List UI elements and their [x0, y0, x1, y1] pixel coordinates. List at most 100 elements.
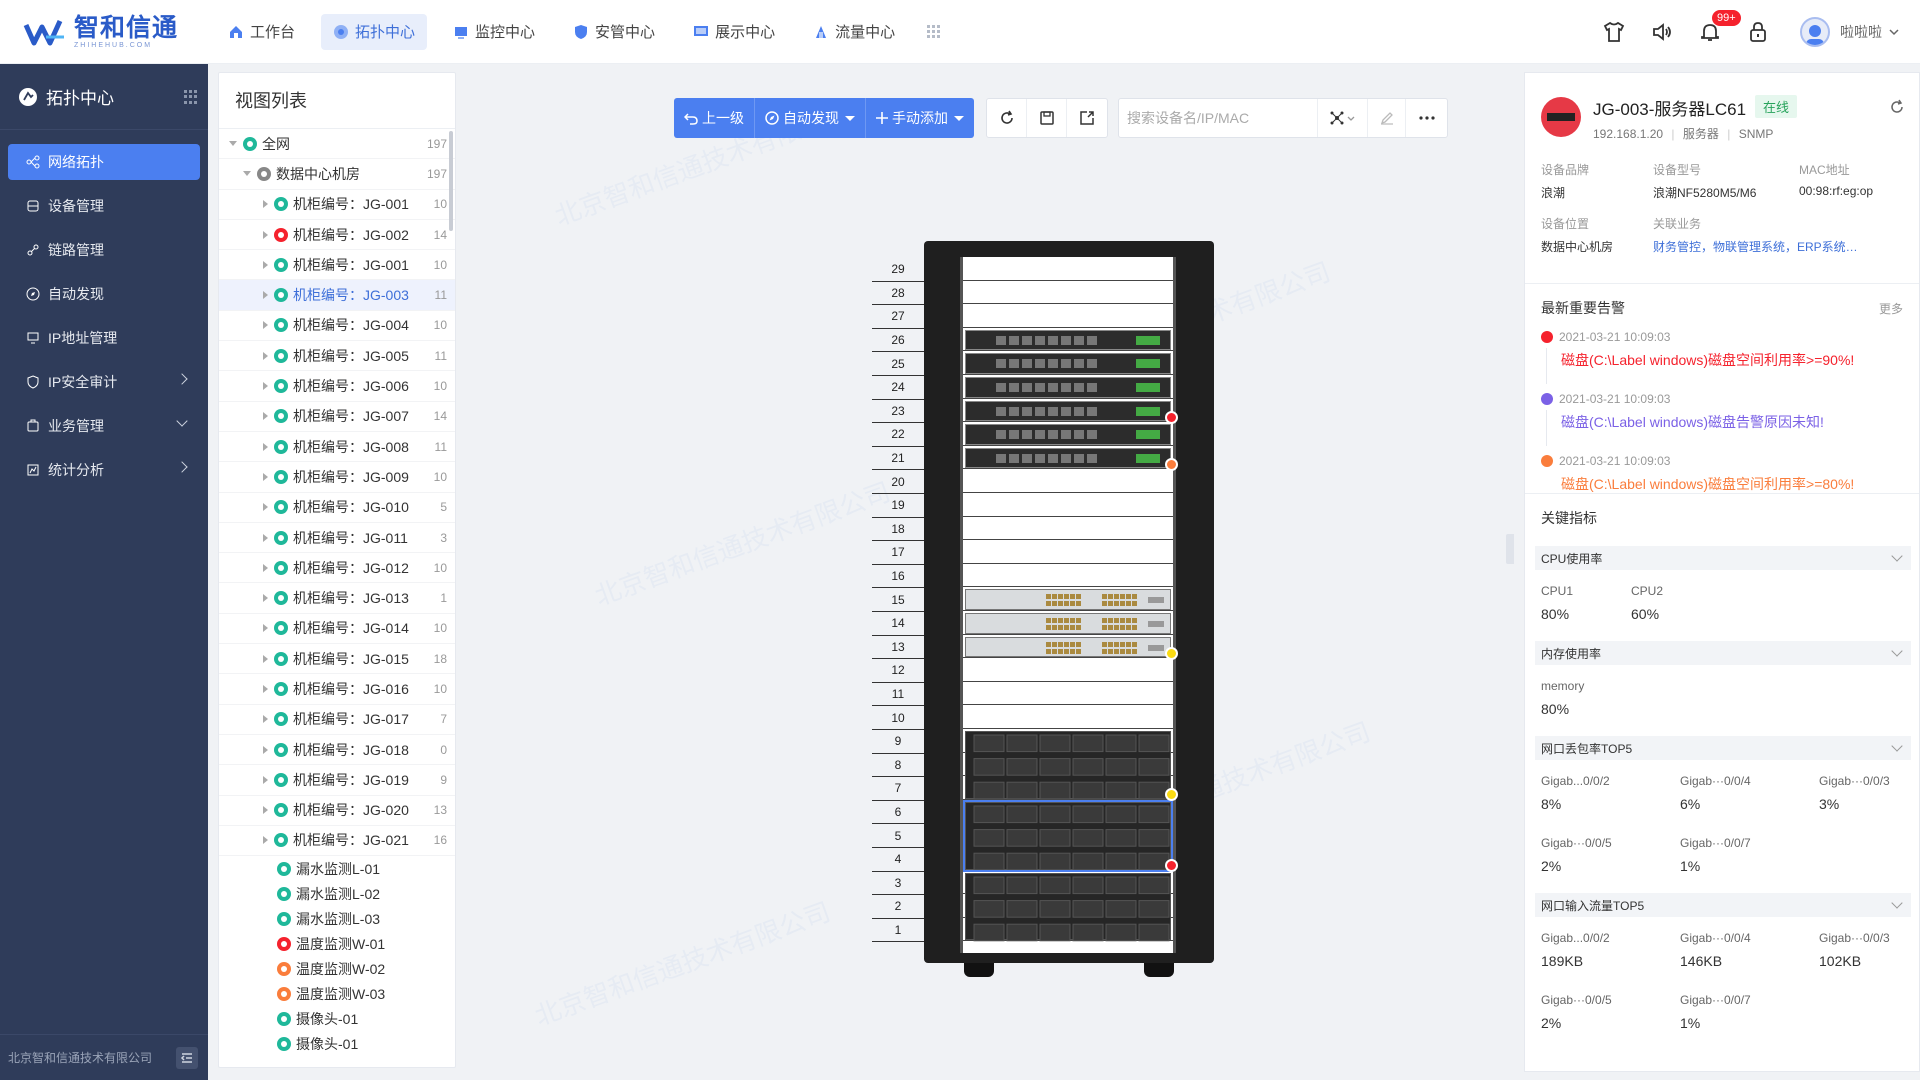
network-switch[interactable] [965, 353, 1171, 374]
manual-add-button[interactable]: 手动添加 [866, 98, 974, 138]
alarm-item[interactable]: 2021-03-21 10:09:03 磁盘(C:\Label windows)磁… [1541, 330, 1901, 384]
rack-slot[interactable] [963, 540, 1173, 564]
nav-tab-3[interactable]: 监控中心 [441, 14, 547, 50]
lock-icon[interactable] [1746, 20, 1770, 44]
export-button[interactable] [1067, 99, 1107, 137]
tree-node-sensor[interactable]: 温度监测W-01 [219, 931, 455, 956]
tree-node-cabinet[interactable]: 机柜编号：JG-017 7 [219, 705, 455, 735]
alarm-item[interactable]: 2021-03-21 10:09:03 磁盘(C:\Label windows)磁… [1541, 454, 1901, 494]
tree-node-cabinet[interactable]: 机柜编号：JG-013 1 [219, 583, 455, 614]
tree-node-sensor[interactable]: 摄像头-01 [219, 1006, 455, 1031]
tree-node-cabinet[interactable]: 机柜编号：JG-006 10 [219, 371, 455, 402]
tree-node-cabinet[interactable]: 机柜编号：JG-004 10 [219, 311, 455, 342]
rack-slot[interactable] [963, 281, 1173, 305]
network-switch[interactable] [965, 636, 1171, 658]
tree-node-cabinet[interactable]: 机柜编号：JG-015 18 [219, 644, 455, 675]
tree-node-cabinet[interactable]: 机柜编号：JG-002 14 [219, 220, 455, 251]
sidebar-item-8[interactable]: 统计分析 [8, 452, 200, 488]
apps-grid-icon[interactable] [927, 24, 941, 39]
tree-node-cabinet[interactable]: 机柜编号：JG-020 13 [219, 796, 455, 826]
cpu-usage-group[interactable]: CPU使用率 [1535, 546, 1911, 570]
nav-tab-4[interactable]: 安管中心 [561, 14, 667, 50]
alarm-indicator-icon[interactable] [1165, 788, 1178, 802]
sidebar-grid-icon[interactable] [184, 90, 198, 104]
network-switch[interactable] [965, 329, 1171, 351]
shirt-icon[interactable] [1602, 20, 1626, 44]
memory-usage-group[interactable]: 内存使用率 [1535, 641, 1911, 665]
rack-slot[interactable] [963, 469, 1173, 493]
rack-slot[interactable] [963, 517, 1173, 541]
tree-node-datacenter[interactable]: 数据中心机房 197 [219, 159, 455, 190]
nav-tab-5[interactable]: 展示中心 [681, 14, 787, 50]
rack-slot[interactable] [963, 257, 1173, 281]
rack-slot[interactable] [963, 493, 1173, 517]
nav-tab-6[interactable]: 流量中心 [801, 14, 907, 50]
network-switch[interactable] [965, 377, 1171, 398]
input-traffic-group[interactable]: 网口输入流量TOP5 [1535, 893, 1911, 917]
network-switch[interactable] [965, 400, 1171, 422]
more-button[interactable] [1405, 99, 1447, 137]
auto-discover-button[interactable]: 自动发现 [755, 98, 866, 138]
edit-button[interactable] [1367, 99, 1405, 137]
tree-node-sensor[interactable]: 漏水监测L-02 [219, 881, 455, 906]
sidebar-item-3[interactable]: 链路管理 [8, 232, 200, 268]
notification-bell[interactable]: 99+ [1698, 10, 1741, 44]
sidebar-item-1[interactable]: 网络拓扑 [8, 144, 200, 180]
collapse-sidebar-button[interactable] [176, 1047, 198, 1069]
network-switch[interactable] [965, 589, 1171, 610]
save-button[interactable] [1027, 99, 1067, 137]
server[interactable] [965, 872, 1171, 941]
layout-select[interactable] [1317, 99, 1367, 137]
tree-node-sensor[interactable]: 漏水监测L-01 [219, 856, 455, 881]
tree-node-cabinet[interactable]: 机柜编号：JG-012 10 [219, 553, 455, 584]
tree-node-sensor[interactable]: 摄像头-01 [219, 1031, 455, 1056]
tree-scrollbar[interactable] [449, 131, 453, 231]
business-links[interactable]: 财务管控，物联管理系统，ERP系统… [1653, 238, 1858, 255]
tree-node-cabinet[interactable]: 机柜编号：JG-011 3 [219, 523, 455, 554]
back-up-button[interactable]: 上一级 [674, 98, 755, 138]
tree-node-cabinet[interactable]: 机柜编号：JG-016 10 [219, 674, 455, 705]
rack-slot[interactable] [963, 705, 1173, 729]
user-menu[interactable]: 啦啦啦 [1800, 17, 1900, 47]
alarm-indicator-icon[interactable] [1165, 457, 1178, 471]
alarm-indicator-icon[interactable] [1165, 410, 1178, 424]
alarm-indicator-icon[interactable] [1165, 859, 1178, 872]
tree-node-cabinet[interactable]: 机柜编号：JG-007 14 [219, 402, 455, 432]
server[interactable] [965, 731, 1171, 800]
rack-slot[interactable] [963, 564, 1173, 588]
rack-slot[interactable] [963, 304, 1173, 328]
tree-node-cabinet[interactable]: 机柜编号：JG-021 16 [219, 826, 455, 857]
speaker-icon[interactable] [1650, 20, 1674, 44]
sidebar-item-4[interactable]: 自动发现 [8, 276, 200, 312]
alarm-indicator-icon[interactable] [1165, 646, 1178, 660]
network-switch[interactable] [965, 613, 1171, 634]
sidebar-item-5[interactable]: IP地址管理 [8, 320, 200, 356]
refresh-button[interactable] [987, 99, 1027, 137]
tree-node-sensor[interactable]: 漏水监测L-03 [219, 906, 455, 931]
sidebar-item-2[interactable]: 设备管理 [8, 188, 200, 224]
rack-slot[interactable] [963, 682, 1173, 706]
collapse-right-panel-handle[interactable] [1506, 534, 1514, 564]
tree-node-root[interactable]: 全网 197 [219, 129, 455, 160]
logo[interactable]: 智和信通 ZHIHEHUB.COM [22, 14, 208, 49]
tree-node-sensor[interactable]: 温度监测W-02 [219, 956, 455, 981]
tree-node-cabinet[interactable]: 机柜编号：JG-005 11 [219, 341, 455, 372]
tree-node-cabinet[interactable]: 机柜编号：JG-009 10 [219, 462, 455, 493]
refresh-icon[interactable] [1889, 99, 1905, 115]
server[interactable] [963, 799, 1173, 872]
nav-tab-1[interactable]: 工作台 [216, 14, 307, 50]
nav-tab-2[interactable]: 拓扑中心 [321, 13, 428, 50]
more-alarms-link[interactable]: 更多 [1879, 300, 1903, 317]
sidebar-item-7[interactable]: 业务管理 [8, 408, 200, 444]
network-switch[interactable] [965, 447, 1171, 469]
network-switch[interactable] [965, 424, 1171, 445]
tree-node-cabinet[interactable]: 机柜编号：JG-008 11 [219, 432, 455, 463]
tree-node-sensor[interactable]: 温度监测W-03 [219, 981, 455, 1006]
tree-node-cabinet[interactable]: 机柜编号：JG-018 0 [219, 735, 455, 766]
tree-node-cabinet[interactable]: 机柜编号：JG-001 10 [219, 190, 455, 220]
sidebar-item-6[interactable]: IP安全审计 [8, 364, 200, 400]
tree-node-cabinet[interactable]: 机柜编号：JG-001 10 [219, 250, 455, 281]
tree-node-cabinet[interactable]: 机柜编号：JG-014 10 [219, 614, 455, 645]
packet-loss-group[interactable]: 网口丢包率TOP5 [1535, 736, 1911, 760]
tree-node-cabinet[interactable]: 机柜编号：JG-003 11 [219, 280, 455, 311]
